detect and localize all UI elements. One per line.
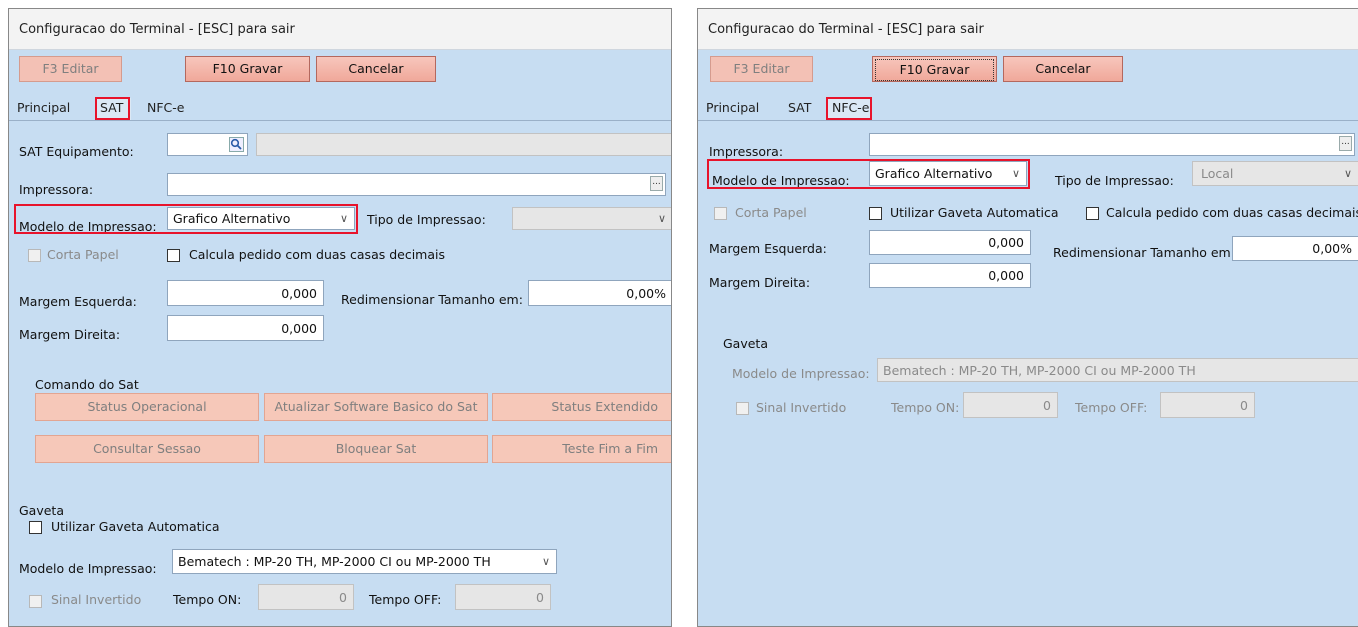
terminal-config-window-nfce: Configuracao do Terminal - [ESC] para sa… [697, 8, 1358, 627]
impressora-label: Impressora: [709, 144, 784, 159]
highlight-tab-sat [95, 97, 130, 120]
teste-fim-a-fim-button[interactable]: Teste Fim a Fim [492, 435, 671, 463]
highlight-modelo-impressao [707, 159, 1030, 189]
redimensionar-input[interactable]: 0,00% [1232, 236, 1358, 261]
calcula-pedido-label: Calcula pedido com duas casas decimais [189, 247, 446, 262]
calcula-pedido-label: Calcula pedido com duas casas decimais [1106, 205, 1358, 220]
more-icon[interactable]: ... [1339, 136, 1352, 151]
impressora-input[interactable]: ... [869, 133, 1355, 156]
window-title: Configuracao do Terminal - [ESC] para sa… [708, 22, 984, 37]
tipo-impressao-select[interactable]: Local ∨ [1192, 161, 1358, 186]
status-operacional-button[interactable]: Status Operacional [35, 393, 259, 421]
tipo-impressao-select[interactable]: ∨ [512, 207, 671, 230]
more-icon[interactable]: ... [650, 176, 663, 191]
search-icon[interactable] [229, 137, 244, 152]
margem-esquerda-label: Margem Esquerda: [19, 294, 137, 309]
impressora-label: Impressora: [19, 182, 94, 197]
calcula-pedido-checkbox[interactable] [167, 249, 180, 262]
corta-papel-label: Corta Papel [735, 205, 807, 220]
title-bar: Configuracao do Terminal - [ESC] para sa… [698, 9, 1358, 50]
sat-equipamento-description [256, 133, 671, 156]
tempo-on-input[interactable]: 0 [963, 392, 1058, 418]
corta-papel-label: Corta Papel [47, 247, 119, 262]
margem-esquerda-label: Margem Esquerda: [709, 241, 827, 256]
utilizar-gaveta-checkbox[interactable] [29, 521, 42, 534]
chevron-down-icon: ∨ [541, 555, 550, 568]
gaveta-modelo-select[interactable]: Bematech : MP-20 TH, MP-2000 CI ou MP-20… [172, 549, 557, 574]
status-extendido-button[interactable]: Status Extendido [492, 393, 671, 421]
margem-esquerda-input[interactable]: 0,000 [167, 280, 324, 306]
tempo-off-input[interactable]: 0 [455, 584, 551, 610]
sinal-invertido-label: Sinal Invertido [756, 400, 847, 415]
cancel-button[interactable]: Cancelar [316, 56, 436, 82]
tab-principal[interactable]: Principal [13, 98, 74, 120]
window-title: Configuracao do Terminal - [ESC] para sa… [19, 22, 295, 37]
tab-nfce[interactable]: NFC-e [143, 98, 188, 120]
corta-papel-checkbox[interactable] [28, 249, 41, 262]
tempo-off-label: Tempo OFF: [1075, 400, 1148, 415]
title-bar: Configuracao do Terminal - [ESC] para sa… [9, 9, 671, 50]
tab-sat[interactable]: SAT [784, 98, 815, 120]
save-button[interactable]: F10 Gravar [872, 56, 997, 82]
edit-button[interactable]: F3 Editar [710, 56, 813, 82]
terminal-config-window-sat: Configuracao do Terminal - [ESC] para sa… [8, 8, 672, 627]
utilizar-gaveta-label: Utilizar Gaveta Automatica [890, 205, 1059, 220]
margem-esquerda-input[interactable]: 0,000 [869, 230, 1031, 255]
corta-papel-checkbox[interactable] [714, 207, 727, 220]
cancel-button[interactable]: Cancelar [1003, 56, 1123, 82]
tempo-on-label: Tempo ON: [173, 592, 242, 607]
tempo-off-input[interactable]: 0 [1160, 392, 1255, 418]
calcula-pedido-checkbox[interactable] [1086, 207, 1099, 220]
margem-direita-input[interactable]: 0,000 [869, 263, 1031, 288]
comando-sat-title: Comando do Sat [35, 377, 139, 392]
highlight-tab-nfce [826, 97, 872, 120]
margem-direita-label: Margem Direita: [19, 327, 121, 342]
atualizar-software-button[interactable]: Atualizar Software Basico do Sat [264, 393, 488, 421]
tipo-impressao-label: Tipo de Impressao: [367, 212, 486, 227]
save-button[interactable]: F10 Gravar [185, 56, 310, 82]
gaveta-modelo-label: Modelo de Impressao: [732, 366, 870, 381]
gaveta-modelo-label: Modelo de Impressao: [19, 561, 157, 576]
sinal-invertido-checkbox[interactable] [736, 402, 749, 415]
tipo-impressao-label: Tipo de Impressao: [1055, 173, 1174, 188]
sat-equipamento-label: SAT Equipamento: [19, 144, 134, 159]
redimensionar-input[interactable]: 0,00% [528, 280, 671, 306]
impressora-input[interactable]: ... [167, 173, 666, 196]
chevron-down-icon: ∨ [657, 212, 666, 225]
sinal-invertido-checkbox[interactable] [29, 595, 42, 608]
utilizar-gaveta-label: Utilizar Gaveta Automatica [51, 519, 220, 534]
consultar-sessao-button[interactable]: Consultar Sessao [35, 435, 259, 463]
utilizar-gaveta-checkbox[interactable] [869, 207, 882, 220]
redimensionar-label: Redimensionar Tamanho em: [341, 292, 523, 307]
bloquear-sat-button[interactable]: Bloquear Sat [264, 435, 488, 463]
sat-equipamento-input[interactable] [167, 133, 248, 156]
gaveta-title: Gaveta [19, 503, 64, 518]
edit-button[interactable]: F3 Editar [19, 56, 122, 82]
tempo-off-label: Tempo OFF: [369, 592, 442, 607]
sinal-invertido-label: Sinal Invertido [51, 592, 142, 607]
margem-direita-input[interactable]: 0,000 [167, 315, 324, 341]
gaveta-title: Gaveta [723, 336, 768, 351]
redimensionar-label: Redimensionar Tamanho em: [1053, 245, 1235, 260]
tempo-on-input[interactable]: 0 [258, 584, 354, 610]
tab-principal[interactable]: Principal [702, 98, 763, 120]
margem-direita-label: Margem Direita: [709, 275, 811, 290]
gaveta-modelo-select[interactable]: Bematech : MP-20 TH, MP-2000 CI ou MP-20… [877, 358, 1358, 382]
chevron-down-icon: ∨ [1343, 167, 1352, 180]
highlight-modelo-impressao [14, 204, 358, 234]
tempo-on-label: Tempo ON: [891, 400, 960, 415]
